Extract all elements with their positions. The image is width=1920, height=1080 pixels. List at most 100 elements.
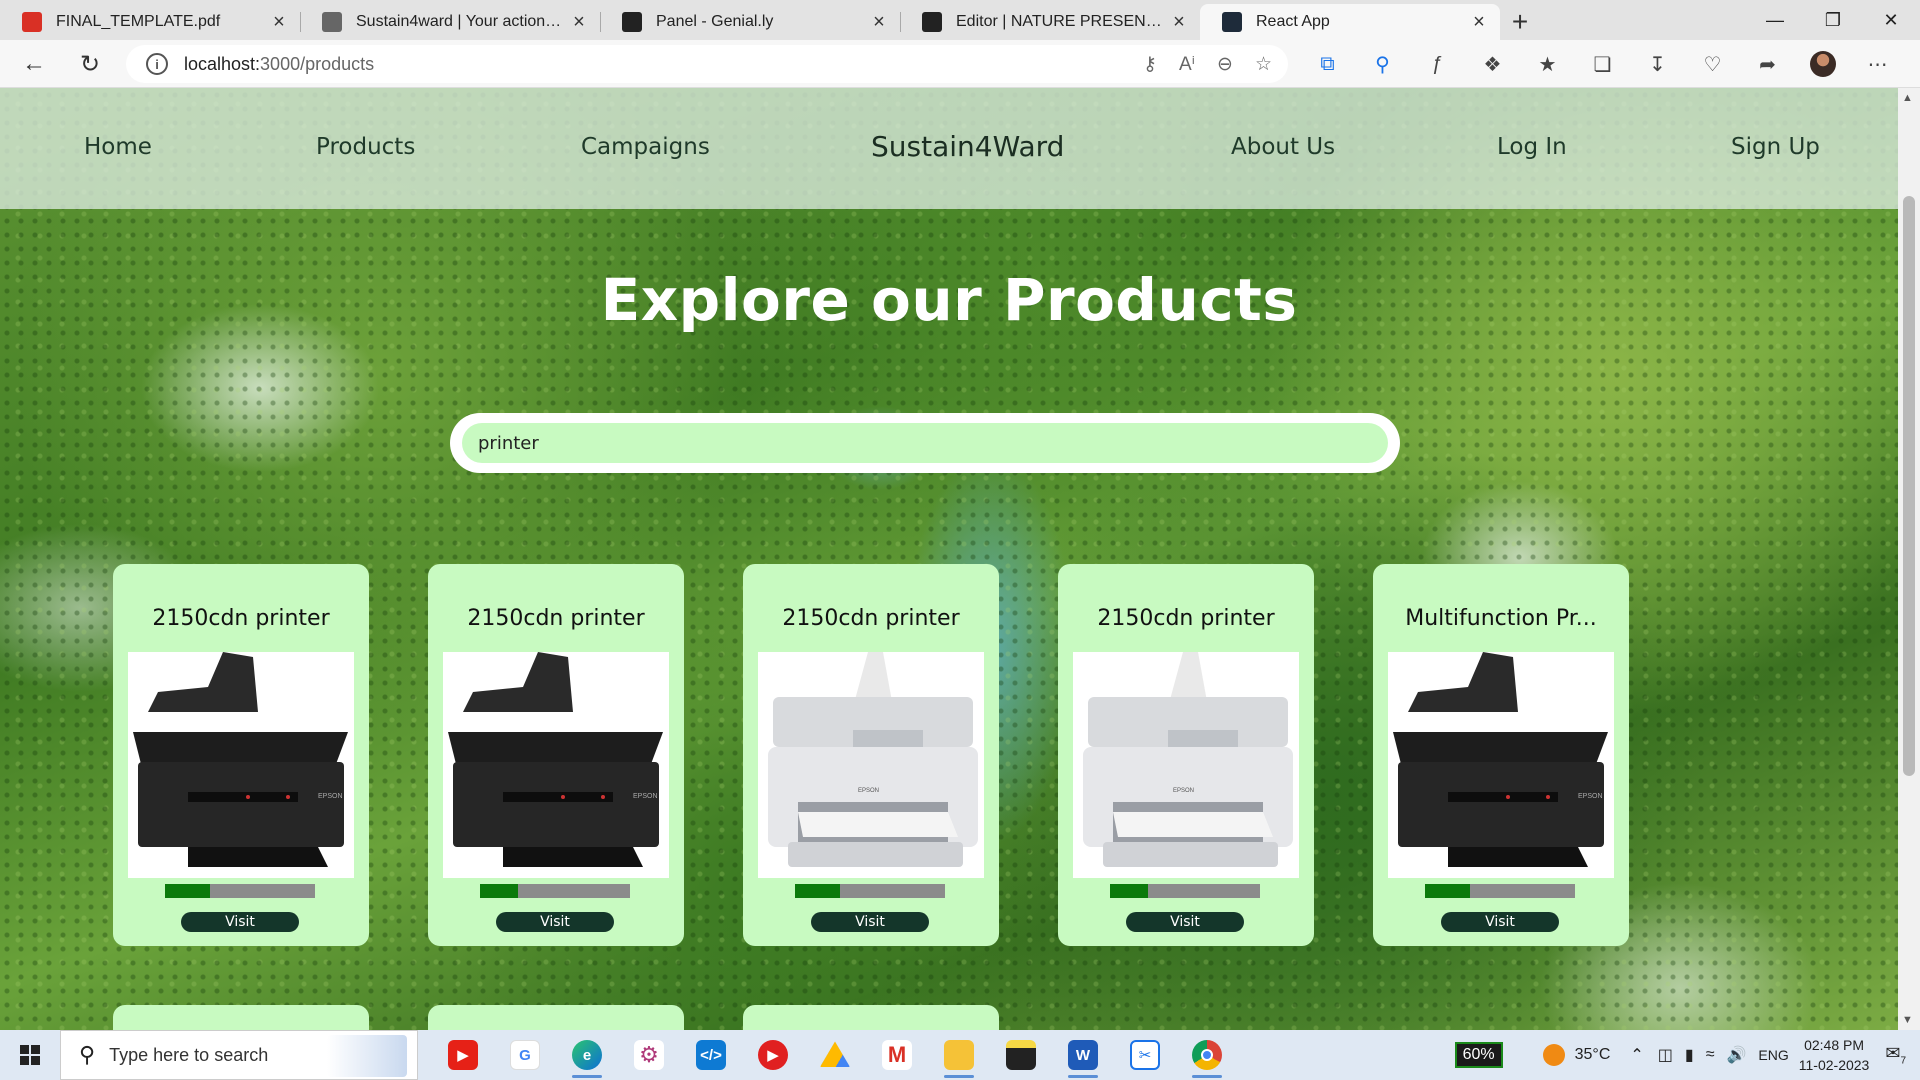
- scroll-up-icon[interactable]: ▲: [1902, 92, 1913, 104]
- favorites-icon[interactable]: ★: [1520, 52, 1575, 77]
- vscode-icon[interactable]: </>: [680, 1030, 742, 1080]
- nav-home-link[interactable]: Home: [84, 134, 152, 160]
- close-tab-icon[interactable]: ×: [568, 11, 590, 33]
- weather-sun-icon[interactable]: [1542, 1044, 1565, 1066]
- product-card-partial[interactable]: [428, 1005, 684, 1030]
- visit-button[interactable]: Visit: [1441, 912, 1559, 932]
- restore-icon[interactable]: ❐: [1804, 0, 1862, 40]
- back-arrow-icon[interactable]: ←: [14, 44, 54, 84]
- share-icon[interactable]: ➦: [1740, 52, 1795, 77]
- zoom-out-icon[interactable]: ⊖: [1217, 53, 1233, 76]
- temperature-text[interactable]: 35°C: [1575, 1046, 1611, 1064]
- extension-f-icon[interactable]: ƒ: [1410, 53, 1465, 76]
- product-card-partial[interactable]: [743, 1005, 999, 1030]
- browser-tab[interactable]: React App ×: [1200, 4, 1500, 40]
- address-toolbar: ← ↻ i localhost:3000/products ⚷ Aⁱ ⊖ ☆ ⧉…: [0, 40, 1920, 88]
- clock-date: 11-02-2023: [1798, 1057, 1870, 1073]
- site-brand-logo[interactable]: Sustain4Ward: [871, 130, 1064, 163]
- image-icon: [322, 12, 342, 32]
- scrollbar-thumb[interactable]: [1903, 196, 1915, 776]
- read-aloud-icon[interactable]: Aⁱ: [1179, 53, 1195, 76]
- visit-button[interactable]: Visit: [811, 912, 929, 932]
- genially-icon: [922, 12, 942, 32]
- site-info-icon[interactable]: i: [146, 53, 168, 75]
- windows-start-icon[interactable]: [0, 1030, 60, 1080]
- add-favorite-icon[interactable]: ☆: [1255, 53, 1272, 76]
- battery-percentage[interactable]: 60%: [1454, 1042, 1503, 1068]
- browser-tab[interactable]: Panel - Genial.ly ×: [600, 4, 900, 40]
- more-options-icon[interactable]: ⋯: [1850, 52, 1905, 77]
- browser-tab[interactable]: Sustain4ward | Your actions matter×: [300, 4, 600, 40]
- media-player-icon[interactable]: ▶: [742, 1030, 804, 1080]
- word-icon[interactable]: W: [1052, 1030, 1114, 1080]
- nav-about-link[interactable]: About Us: [1231, 134, 1335, 160]
- network-icon[interactable]: ◫: [1658, 1045, 1673, 1065]
- product-search-input[interactable]: [462, 423, 1388, 463]
- close-tab-icon[interactable]: ×: [1168, 11, 1190, 33]
- search-container: [450, 413, 1400, 473]
- volume-icon[interactable]: 🔊: [1727, 1045, 1747, 1065]
- rating-bar-fill: [165, 884, 210, 898]
- collections-icon[interactable]: ❏: [1575, 52, 1630, 77]
- window-controls: — ❐ ✕: [1746, 0, 1920, 40]
- nav-login-link[interactable]: Log In: [1497, 134, 1567, 160]
- downloads-icon[interactable]: ↧: [1630, 52, 1685, 77]
- search-extension-icon[interactable]: ⚲: [1355, 52, 1410, 77]
- key-icon[interactable]: ⚷: [1143, 53, 1157, 76]
- new-tab-button[interactable]: +: [1500, 4, 1540, 40]
- sticky-notes-icon[interactable]: [990, 1030, 1052, 1080]
- system-tray: 60% 35°C ⌃ ◫ ▮ ≈ 🔊 ENG 02:48 PM 11-02-20…: [1454, 1030, 1920, 1080]
- minimize-icon[interactable]: —: [1746, 0, 1804, 40]
- taskbar-search-box[interactable]: ⚲ Type here to search: [60, 1030, 418, 1080]
- language-indicator[interactable]: ENG: [1758, 1047, 1788, 1063]
- sustainability-rating-bar: [1110, 884, 1260, 898]
- settings-gear-icon[interactable]: ⚙: [618, 1030, 680, 1080]
- youtube-icon[interactable]: ▶: [432, 1030, 494, 1080]
- chrome-icon[interactable]: [1176, 1030, 1238, 1080]
- product-card: 2150cdn printer EPSON Visit: [428, 564, 684, 946]
- product-image: EPSON: [443, 652, 669, 878]
- product-title: 2150cdn printer: [782, 606, 960, 631]
- page-scrollbar[interactable]: ▲ ▼: [1898, 88, 1920, 1030]
- visit-button[interactable]: Visit: [181, 912, 299, 932]
- refresh-icon[interactable]: ↻: [70, 44, 110, 84]
- notifications-icon[interactable]: ✉7: [1885, 1043, 1906, 1067]
- google-icon[interactable]: G: [494, 1030, 556, 1080]
- browser-tab[interactable]: FINAL_TEMPLATE.pdf ×: [0, 4, 300, 40]
- chevron-up-icon[interactable]: ⌃: [1630, 1045, 1643, 1065]
- snipping-tool-icon[interactable]: ✂: [1114, 1030, 1176, 1080]
- product-card-partial[interactable]: [113, 1005, 369, 1030]
- profile-avatar[interactable]: [1795, 51, 1850, 77]
- browser-tab[interactable]: Editor | NATURE PRESENTATION×: [900, 4, 1200, 40]
- clock[interactable]: 02:48 PM 11-02-2023: [1799, 1035, 1870, 1075]
- battery-icon[interactable]: ▮: [1685, 1045, 1694, 1065]
- close-tab-icon[interactable]: ×: [1468, 11, 1490, 33]
- product-card: 2150cdn printer EPSON Visit: [1058, 564, 1314, 946]
- tab-label: Panel - Genial.ly: [656, 13, 774, 30]
- nav-products-link[interactable]: Products: [316, 134, 415, 160]
- google-drive-icon[interactable]: [804, 1030, 866, 1080]
- extensions-puzzle-icon[interactable]: ❖: [1465, 52, 1520, 77]
- product-title: 2150cdn printer: [152, 606, 330, 631]
- pdf-icon: [22, 12, 42, 32]
- scroll-down-icon[interactable]: ▼: [1902, 1014, 1913, 1026]
- svg-text:EPSON: EPSON: [1578, 793, 1603, 800]
- close-tab-icon[interactable]: ×: [868, 11, 890, 33]
- translate-icon[interactable]: ⧉: [1300, 53, 1355, 76]
- url-text[interactable]: localhost:3000/products: [184, 54, 374, 75]
- site-navbar: Home Products Campaigns Sustain4Ward Abo…: [0, 88, 1898, 209]
- wifi-icon[interactable]: ≈: [1706, 1046, 1715, 1064]
- close-tab-icon[interactable]: ×: [268, 11, 290, 33]
- edge-browser-icon[interactable]: e: [556, 1030, 618, 1080]
- file-explorer-icon[interactable]: [928, 1030, 990, 1080]
- react-icon: [1222, 12, 1242, 32]
- browser-essentials-icon[interactable]: ♡: [1685, 52, 1740, 77]
- rating-bar-fill: [795, 884, 840, 898]
- nav-campaigns-link[interactable]: Campaigns: [581, 134, 710, 160]
- close-window-icon[interactable]: ✕: [1862, 0, 1920, 40]
- visit-button[interactable]: Visit: [496, 912, 614, 932]
- visit-button[interactable]: Visit: [1126, 912, 1244, 932]
- nav-signup-link[interactable]: Sign Up: [1731, 134, 1820, 160]
- gmail-icon[interactable]: M: [866, 1030, 928, 1080]
- url-bar[interactable]: i localhost:3000/products ⚷ Aⁱ ⊖ ☆: [126, 45, 1288, 83]
